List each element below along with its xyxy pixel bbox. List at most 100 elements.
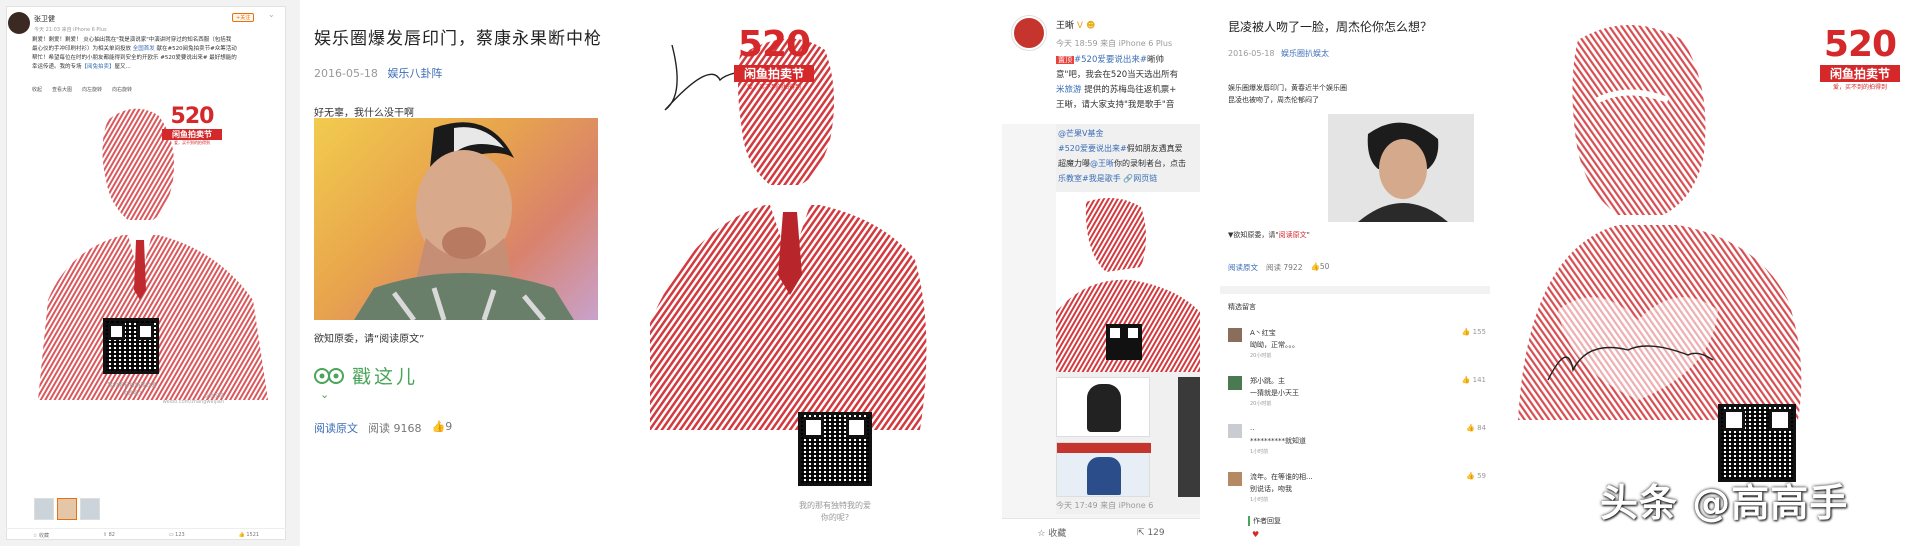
- logo-number: 520: [737, 24, 811, 65]
- avatar[interactable]: [1228, 328, 1242, 342]
- tripadvisor-link[interactable]: 戳这儿: [314, 362, 418, 389]
- thumbnail-selected[interactable]: [57, 498, 77, 520]
- like-button[interactable]: 👍 1521: [239, 532, 260, 540]
- post-text-part: 屋又...: [114, 64, 131, 70]
- article-text: 欲知原委，请“阅读原文”: [314, 334, 425, 345]
- follow-button[interactable]: +关注: [232, 13, 255, 22]
- repost-text-part: 你的录制者台，点击: [1114, 159, 1186, 168]
- watermark: 头条 @高高手: [1600, 481, 1849, 525]
- like-button[interactable]: 👍9: [432, 420, 453, 436]
- person-photo: [354, 122, 574, 320]
- comment-like-button[interactable]: 👍 59: [1466, 472, 1486, 480]
- repost-button[interactable]: ⇱ 129: [1137, 528, 1165, 538]
- rotate-left-button[interactable]: 向左旋转: [82, 86, 102, 93]
- comment-author[interactable]: 郑小跳。主: [1250, 376, 1285, 386]
- pinned-badge: 置顶: [1056, 56, 1074, 64]
- web-link[interactable]: 网页链: [1133, 174, 1157, 183]
- logo-title: 闲鱼拍卖节: [1820, 65, 1900, 82]
- comment-text: **********就知道: [1250, 437, 1306, 445]
- read-count: 阅读 7922: [1266, 263, 1303, 272]
- poster-image[interactable]: 520 闲鱼拍卖节 爱，买不到的拍得到 我的那有独特我的爱 你的呢? @张卫健 …: [28, 100, 278, 490]
- poster-couple[interactable]: 520 闲鱼拍卖节 爱，买不到的拍得到: [1498, 0, 1920, 546]
- read-count: 阅读 9168: [368, 422, 422, 435]
- thumbnail-image[interactable]: [1056, 442, 1151, 497]
- thumbnail[interactable]: [80, 498, 100, 520]
- event-logo: 520 闲鱼拍卖节 爱，买不到的拍得到: [734, 24, 814, 91]
- article-source-link[interactable]: 娱乐八卦阵: [387, 67, 442, 80]
- repost-time: 今天 17:49 来自 iPhone 6: [1056, 501, 1154, 510]
- thumbnail[interactable]: [34, 498, 54, 520]
- repost-user-link[interactable]: @芒果V基金: [1058, 129, 1103, 138]
- section-divider: [1220, 286, 1490, 294]
- portrait-sketch: [38, 108, 268, 400]
- comment-like-count: 155: [1472, 328, 1486, 336]
- post-link[interactable]: 全国首发: [133, 46, 155, 52]
- post-text-part: 提供的苏梅岛往返机票+: [1081, 85, 1177, 95]
- article-photo[interactable]: [314, 118, 598, 320]
- avatar[interactable]: [1228, 472, 1242, 486]
- comments-header: 精选留言: [1228, 303, 1256, 311]
- collapse-button[interactable]: 收起: [32, 86, 42, 93]
- thumbnail-image[interactable]: [1056, 377, 1150, 437]
- comment-author[interactable]: 流年。在等谁的相...: [1250, 472, 1313, 482]
- repost-text-line: @芒果V基金: [1058, 126, 1186, 141]
- link-icon: 🔗: [1120, 174, 1134, 183]
- post-link[interactable]: 米旅游: [1056, 85, 1082, 95]
- comment-author[interactable]: ..: [1250, 424, 1254, 432]
- rotate-right-button[interactable]: 向右旋转: [112, 86, 132, 93]
- favorite-button[interactable]: ☆ 收藏: [1037, 526, 1066, 539]
- article-source-link[interactable]: 娱乐圈扒娱太: [1281, 49, 1329, 58]
- user-name[interactable]: 王晰 V ☻: [1056, 18, 1095, 31]
- avatar[interactable]: [8, 12, 30, 34]
- article-photo[interactable]: [1328, 114, 1474, 222]
- portrait-sketch: [1056, 198, 1200, 372]
- comment-time: 1小时前: [1250, 449, 1269, 455]
- event-logo: 520 闲鱼拍卖节 爱，买不到的拍得到: [1820, 24, 1900, 91]
- read-original-link[interactable]: 阅读原文: [314, 420, 358, 436]
- view-large-button[interactable]: 查看大图: [52, 86, 72, 93]
- read-prompt-text: ": [1306, 231, 1310, 239]
- repost-button[interactable]: ⇪ 82: [103, 532, 115, 540]
- qr-code[interactable]: [1718, 404, 1796, 482]
- qr-code[interactable]: [103, 318, 159, 374]
- read-original-link[interactable]: 阅读原文: [1228, 262, 1258, 273]
- thumbnail-image[interactable]: [1178, 377, 1200, 497]
- post-actions: ☆ 收藏 ⇪ 82 ▭ 123 👍 1521: [6, 528, 286, 540]
- weibo-watermark: @张卫健 weibo.com/zhangweijian: [158, 392, 224, 405]
- avatar[interactable]: [1228, 376, 1242, 390]
- hashtag-link[interactable]: 乐教室#我是歌手: [1058, 174, 1121, 183]
- logo-title: 闲鱼拍卖节: [162, 129, 222, 140]
- post-text-line: 米旅游 提供的苏梅岛往返机票+: [1056, 83, 1200, 98]
- user-name[interactable]: 张卫健: [34, 14, 55, 24]
- comment-text: 呦呦，正常。。。: [1250, 341, 1299, 349]
- read-original-link[interactable]: 阅读原文: [1279, 231, 1307, 239]
- post-time: 今天 18:59 来自 iPhone 6 Plus: [1056, 39, 1173, 48]
- qr-code[interactable]: [798, 412, 872, 486]
- comment-item: A丶红宝 呦呦，正常。。。 20小时前 👍 155: [1228, 328, 1486, 368]
- post-link[interactable]: 【阅兔拍卖】: [82, 64, 115, 70]
- hashtag-link[interactable]: #520爱要说出来#: [1074, 55, 1147, 65]
- avatar[interactable]: [1012, 16, 1046, 50]
- poster-caption: 我的那有独特我的爱 你的呢?: [770, 500, 900, 524]
- event-logo: 520 闲鱼拍卖节 爱，买不到的拍得到: [162, 104, 222, 146]
- avatar[interactable]: [1228, 424, 1242, 438]
- comment-text: 别说话，吻我: [1250, 485, 1292, 493]
- like-button[interactable]: 👍50: [1310, 262, 1329, 273]
- mention-link[interactable]: @王晰: [1090, 159, 1114, 168]
- read-original-prompt: ▼欲知原委，请"阅读原文": [1228, 230, 1310, 240]
- post-text-line: 最心仪的手冲印刷衬衫）为相关单间投放 全国首发 献在#520阅兔拍卖节#众筹活动: [32, 45, 272, 54]
- favorite-button[interactable]: ☆ 收藏: [33, 532, 49, 540]
- comment-like-button[interactable]: 👍 84: [1466, 424, 1486, 432]
- comment-button[interactable]: ▭ 123: [169, 532, 185, 540]
- post-text-part: 幸运传递。我的专场: [32, 64, 82, 70]
- logo-tagline: 爱，买不到的拍得到: [746, 84, 801, 91]
- poster-zhangweijian-large[interactable]: 520 闲鱼拍卖节 爱，买不到的拍得到 我的那有独特我的爱 你的呢?: [650, 0, 1002, 546]
- hashtag-link[interactable]: #520爱要说出来#: [1058, 144, 1127, 153]
- repost-image[interactable]: [1056, 192, 1200, 372]
- repost-count: 82: [108, 532, 115, 538]
- comment-like-button[interactable]: 👍 141: [1462, 376, 1486, 384]
- chevron-down-icon[interactable]: ⌄: [268, 10, 275, 19]
- article-body: 娱乐圈爆发唇印门，黄春近半个娱乐圈 昆凌也被吻了，周杰伦郁闷了: [1228, 82, 1347, 106]
- comment-like-button[interactable]: 👍 155: [1462, 328, 1486, 336]
- comment-author[interactable]: A丶红宝: [1250, 328, 1276, 338]
